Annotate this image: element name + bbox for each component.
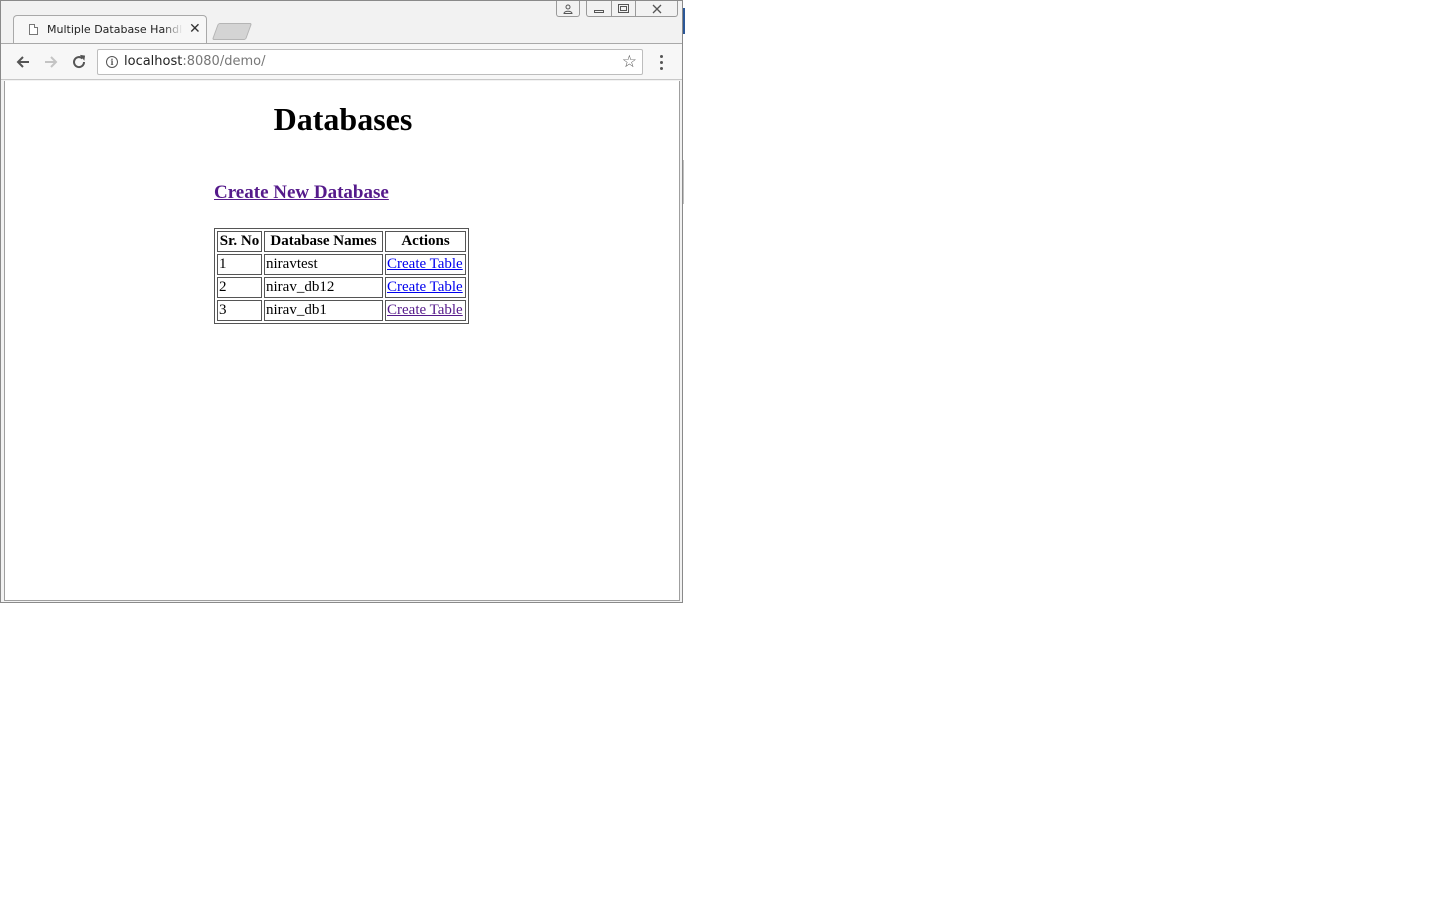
table-header-row: Sr. No Database Names Actions (217, 231, 466, 252)
table-row: 1 niravtest Create Table (217, 254, 466, 275)
minimize-button[interactable] (586, 1, 612, 17)
page-title: Databases (273, 101, 413, 137)
page-content: Databases Create New Database Sr. No Dat… (4, 81, 680, 601)
restore-icon (618, 3, 629, 13)
create-table-link[interactable]: Create Table (387, 302, 463, 318)
close-icon (652, 4, 661, 13)
cell-database-name: niravtest (264, 254, 383, 275)
window-controls (556, 1, 678, 18)
reload-icon (73, 54, 86, 69)
header-database-names: Database Names (264, 231, 383, 252)
tab-title: Multiple Database Handling I (47, 22, 183, 36)
cell-actions: Create Table (385, 254, 466, 275)
create-table-link[interactable]: Create Table (387, 256, 463, 272)
new-tab-button[interactable] (211, 23, 253, 40)
table-row: 2 nirav_db12 Create Table (217, 277, 466, 298)
background-window-line (683, 160, 684, 204)
cell-sr-no: 1 (217, 254, 262, 275)
cell-database-name: nirav_db1 (264, 300, 383, 321)
cell-actions: Create Table (385, 300, 466, 321)
url-text[interactable]: localhost:8080/demo/ (124, 54, 265, 69)
create-table-link[interactable]: Create Table (387, 279, 463, 295)
person-icon (563, 4, 573, 14)
star-icon[interactable]: ☆ (622, 52, 637, 72)
header-sr-no: Sr. No (217, 231, 262, 252)
cell-actions: Create Table (385, 277, 466, 298)
background-window-edge (683, 8, 685, 34)
url-path: :8080/demo/ (182, 54, 266, 69)
arrow-right-icon (45, 56, 58, 68)
forward-button[interactable] (41, 52, 61, 72)
close-button[interactable] (636, 1, 678, 17)
create-new-database-link[interactable]: Create New Database (214, 182, 389, 204)
cell-sr-no: 2 (217, 277, 262, 298)
cell-database-name: nirav_db12 (264, 277, 383, 298)
info-icon[interactable]: i (106, 56, 118, 68)
document-icon (29, 23, 38, 35)
tab-close-icon[interactable]: ✕ (189, 22, 201, 36)
minimize-icon (594, 9, 604, 13)
arrow-left-icon (16, 56, 29, 68)
profile-button[interactable] (556, 1, 580, 17)
cell-sr-no: 3 (217, 300, 262, 321)
title-bar: Multiple Database Handling I ✕ (1, 1, 682, 43)
databases-table: Sr. No Database Names Actions 1 niravtes… (214, 228, 469, 324)
url-host: localhost (124, 54, 183, 69)
reload-button[interactable] (69, 52, 89, 72)
header-actions: Actions (385, 231, 466, 252)
address-bar[interactable]: i localhost:8080/demo/ ☆ (97, 49, 643, 75)
browser-window: Multiple Database Handling I ✕ (0, 0, 683, 603)
kebab-menu-icon[interactable] (651, 52, 671, 72)
active-tab[interactable]: Multiple Database Handling I ✕ (19, 15, 211, 43)
browser-toolbar: i localhost:8080/demo/ ☆ (1, 43, 682, 80)
table-row: 3 nirav_db1 Create Table (217, 300, 466, 321)
back-button[interactable] (13, 52, 33, 72)
maximize-button[interactable] (612, 1, 636, 17)
